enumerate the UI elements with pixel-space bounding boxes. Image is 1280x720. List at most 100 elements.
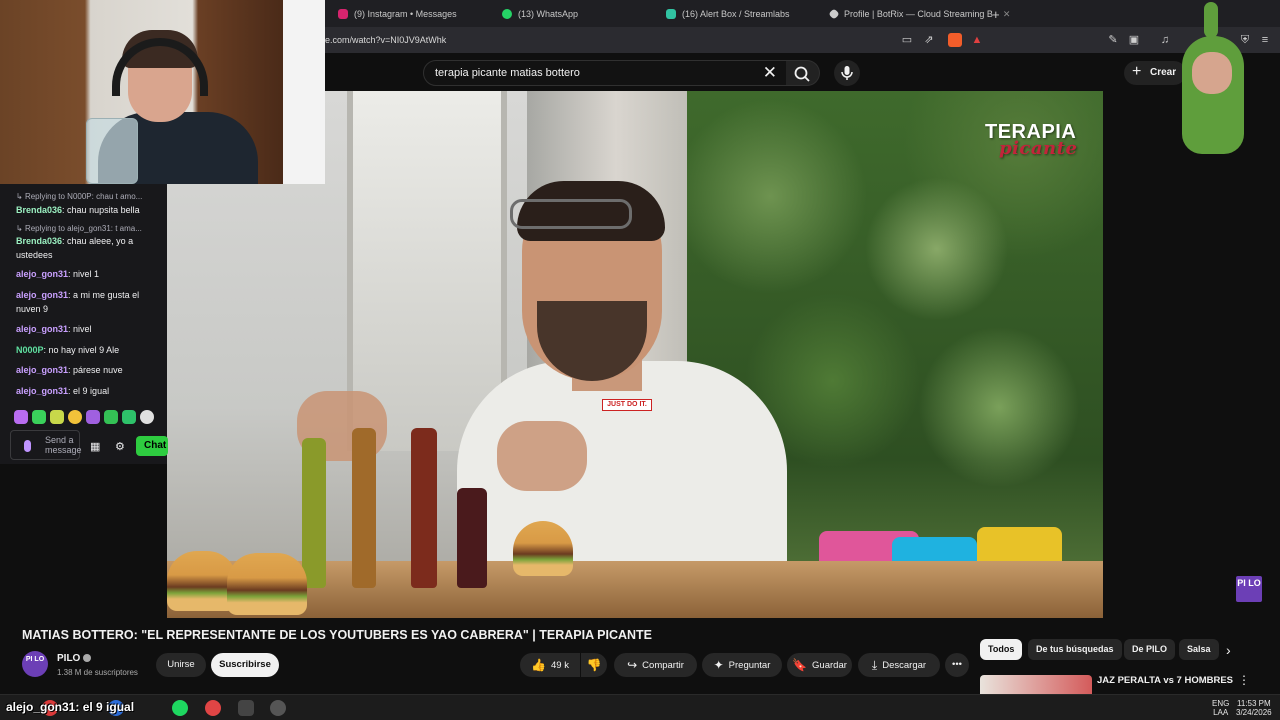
menu-icon[interactable]: ≡ [1258,33,1272,47]
chip-all[interactable]: Todos [980,639,1023,660]
chevron-right-icon[interactable]: › [1226,642,1231,658]
sauce-bottle [352,428,376,588]
search-box[interactable]: terapia picante matias bottero ✕ [423,60,788,86]
host-glasses [510,199,632,229]
share-arrow-icon: ↪ [627,658,638,672]
watermark-bottom: picante [999,138,1078,159]
sauce-bottle [457,488,487,588]
more-actions-button[interactable]: ••• [945,653,969,677]
tab-whatsapp[interactable]: (13) WhatsApp [502,4,578,24]
more-horizontal-icon: ••• [952,659,962,670]
spotify-icon[interactable] [172,700,188,716]
chip-from-pilo[interactable]: De PILO [1124,639,1176,660]
tab-label: (16) Alert Box / Streamlabs [682,9,790,19]
dislike-button[interactable]: 👎 [581,653,607,677]
chat-message: N000P: no hay nivel 9 Ale [16,345,120,355]
recommended-thumbnail[interactable] [980,675,1092,695]
search-button[interactable] [786,60,820,86]
chip-from-searches[interactable]: De tus búsquedas [1028,639,1122,660]
clock[interactable]: 11:53 PM 3/24/2026 [1236,699,1272,717]
chat-message: alejo_gon31: nivel [16,324,92,334]
chat-text: no hay nivel 9 Ale [48,345,120,355]
verified-icon [83,654,92,663]
download-button[interactable]: ⤓ Descargar [858,653,940,677]
chat-text: el 9 igual [73,386,110,396]
chip-salsa[interactable]: Salsa [1179,639,1219,660]
sidebar-icon[interactable]: ▣ [1127,33,1141,47]
emote-icon[interactable] [50,410,64,424]
emote-icon[interactable] [68,410,82,424]
emote-icon[interactable] [140,410,154,424]
chat-username[interactable]: alejo_gon31 [16,290,68,300]
ask-button[interactable]: ✦ Preguntar [702,653,782,677]
more-vertical-icon[interactable]: ⋮ [1238,673,1250,687]
emote-icon[interactable] [14,410,28,424]
save-button[interactable]: 🔖 Guardar [787,653,852,677]
reply-context: Replying to alejo_gon31: t ama... [16,224,142,233]
keyboard-layout: LAA [1213,708,1229,717]
chat-username[interactable]: N000P [16,345,44,355]
botrix-icon [828,8,840,20]
channel-name-text: PILO [57,653,81,664]
chat-input[interactable]: Send a message [10,430,82,460]
video-title: MATIAS BOTTERO: "EL REPRESENTANTE DE LOS… [22,628,652,642]
extensions-icon[interactable]: ✎ [1106,33,1120,47]
clear-search-icon[interactable]: ✕ [763,63,777,83]
show-watermark: TERAPIA picante [985,121,1077,159]
emote-bar [14,410,154,424]
join-button[interactable]: Unirse [156,653,206,677]
chat-send-button[interactable]: Chat [136,436,168,456]
tab-label: (9) Instagram • Messages [354,9,457,19]
ask-label: Preguntar [728,660,771,671]
tab-label: Profile | BotRix — Cloud Streaming B [844,9,993,19]
streamer-webcam [0,0,325,184]
microphone-icon[interactable] [24,440,31,452]
tab-instagram[interactable]: (9) Instagram • Messages [338,4,457,24]
emote-icon[interactable] [104,410,118,424]
obs-icon[interactable] [270,700,286,716]
emote-icon[interactable] [122,410,136,424]
emote-icon[interactable] [86,410,100,424]
chat-username[interactable]: alejo_gon31 [16,269,68,279]
brave-shield-icon[interactable] [948,33,962,47]
brave-rewards-icon[interactable]: ▲ [970,33,984,47]
channel-avatar[interactable]: PI LO [22,651,48,677]
search-input[interactable]: terapia picante matias bottero [435,67,580,79]
chat-username[interactable]: Brenda036 [16,205,62,215]
host-right-hand [497,421,587,491]
epic-games-icon[interactable] [238,700,254,716]
save-label: Guardar [812,660,847,671]
recommended-title[interactable]: JAZ PERALTA vs 7 HOMBRES [1097,675,1233,686]
cast-icon[interactable]: ▭ [900,33,914,47]
voice-search-button[interactable] [834,60,860,86]
chat-message: Brenda036: chau aleee, yo a ustedees [16,236,134,260]
tab-botrix[interactable]: Profile | BotRix — Cloud Streaming B ✕ [828,4,1011,24]
chat-text: chau nupsita bella [67,205,140,215]
like-button[interactable]: 👍 49 k [520,653,580,677]
chat-username[interactable]: Brenda036 [16,236,62,246]
subscribe-button[interactable]: Suscribirse [211,653,279,677]
new-tab-button[interactable]: + [992,4,1000,24]
download-icon: ⤓ [871,658,878,672]
channel-watermark-logo[interactable]: PI LO [1236,576,1262,602]
channel-name[interactable]: PILO [57,653,92,664]
close-tab-icon[interactable]: ✕ [1003,9,1011,20]
gift-icon[interactable]: ▦ [90,440,100,453]
language-code: ENG [1212,699,1230,708]
burger [227,553,307,615]
mascot-overlay [1170,0,1254,158]
chat-username[interactable]: alejo_gon31 [16,386,68,396]
burger [513,521,573,576]
emote-icon[interactable] [32,410,46,424]
language-indicator[interactable]: ENG LAA [1212,699,1229,717]
chat-message: alejo_gon31: nivel 1 [16,269,100,279]
url-field[interactable]: e.com/watch?v=NI0JV9AtWhk [325,35,446,45]
chat-username[interactable]: alejo_gon31 [16,324,68,334]
settings-gear-icon[interactable]: ⚙ [115,440,125,453]
app-icon[interactable] [205,700,221,716]
share-icon[interactable]: ⇗ [922,33,936,47]
share-button[interactable]: ↪ Compartir [614,653,697,677]
streamlabs-icon [666,9,676,19]
chat-username[interactable]: alejo_gon31 [16,365,68,375]
tab-streamlabs[interactable]: (16) Alert Box / Streamlabs [666,4,790,24]
